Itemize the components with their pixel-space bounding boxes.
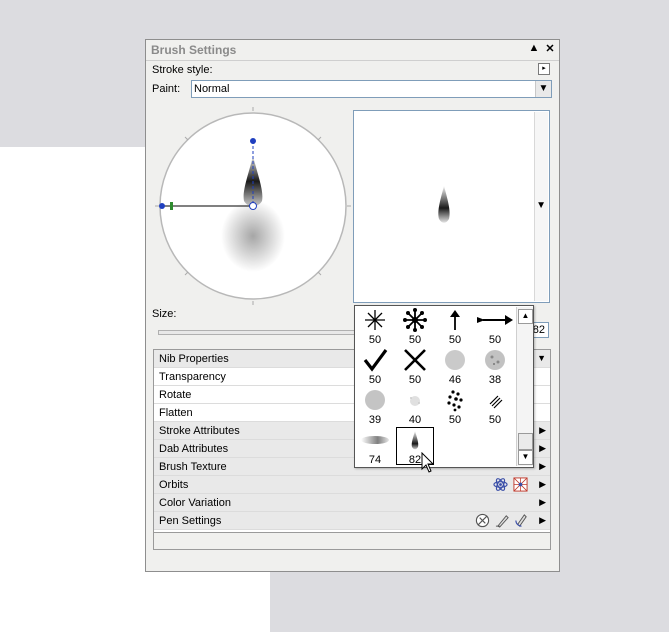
nib-cell[interactable]: 39: [355, 386, 395, 426]
chevron-right-icon[interactable]: ▶: [539, 479, 546, 490]
nib-cell[interactable]: 50: [435, 386, 475, 426]
nib-cell[interactable]: 38: [475, 346, 515, 386]
checkmark-nib-icon: [363, 349, 388, 372]
prop-label: Pen Settings: [159, 515, 222, 527]
nib-cell[interactable]: 74: [355, 426, 395, 466]
preview-nib-shape: [438, 186, 450, 223]
pointed-nib-icon: [411, 431, 419, 450]
dot-cluster-nib-icon: [447, 390, 463, 412]
chevron-right-icon[interactable]: ▶: [539, 515, 546, 526]
prop-row-pen-settings[interactable]: Pen Settings ▶: [154, 512, 550, 530]
stroke-style-label: Stroke style:: [152, 64, 213, 76]
prop-label: Flatten: [159, 407, 193, 419]
nib-size-label: 50: [368, 334, 382, 346]
nib-cell[interactable]: 50: [395, 346, 435, 386]
nib-size-label: 40: [408, 414, 422, 426]
pen-tilt-icon[interactable]: [495, 513, 510, 528]
smudge-nib-icon: [361, 436, 389, 444]
prop-label: Rotate: [159, 389, 192, 401]
panel-title: Brush Settings: [151, 43, 237, 57]
title-bar: Brush Settings ▲ ✕: [146, 40, 559, 61]
nib-size-label: 50: [408, 334, 422, 346]
preview-scrollbar[interactable]: ▼: [534, 112, 548, 301]
nib-size-label: 74: [368, 454, 382, 466]
size-slider[interactable]: [158, 330, 360, 335]
arrow-up-nib-icon: [450, 310, 460, 330]
orbit-grid-icon[interactable]: [513, 477, 528, 492]
nib-size-label: 39: [368, 414, 382, 426]
popup-scrollbar[interactable]: ▲ ▼: [516, 307, 533, 466]
soft-round-nib-icon: [445, 350, 465, 370]
nib-cell[interactable]: 50: [355, 306, 395, 346]
scrollbar-thumb[interactable]: [518, 433, 533, 450]
nib-preview: ▼: [353, 110, 550, 303]
chevron-down-icon[interactable]: ▼: [536, 200, 546, 211]
status-area: [153, 532, 551, 550]
texture-round-nib-icon: [365, 390, 385, 410]
arrow-right-nib-icon: [477, 315, 513, 325]
nib-size-label: 50: [488, 334, 502, 346]
prop-label: Nib Properties: [159, 353, 229, 365]
size-label: Size:: [152, 308, 177, 320]
nib-cell[interactable]: 50: [435, 306, 475, 346]
pressure-icon[interactable]: [475, 513, 490, 528]
nib-angle-dial[interactable]: [154, 106, 354, 306]
paint-select-value: Normal: [194, 83, 230, 95]
prop-row-orbits[interactable]: Orbits ▶: [154, 476, 550, 494]
prop-label: Orbits: [159, 479, 189, 491]
nib-cell[interactable]: 50: [475, 386, 515, 426]
nib-size-label: 50: [368, 374, 382, 386]
paint-select[interactable]: Normal ▼: [191, 80, 552, 98]
dial-center-handle[interactable]: [249, 202, 257, 210]
nib-size-label: 38: [488, 374, 502, 386]
nib-size-label: 46: [448, 374, 462, 386]
chevron-right-icon[interactable]: ▶: [539, 497, 546, 508]
chevron-down-icon[interactable]: ▼: [537, 353, 546, 363]
dial-shadow: [221, 200, 285, 272]
nib-cell[interactable]: 50: [355, 346, 395, 386]
close-icon[interactable]: ✕: [543, 42, 557, 55]
prop-label: Dab Attributes: [159, 443, 229, 455]
nib-cell[interactable]: 50: [475, 306, 515, 346]
x-nib-icon: [404, 349, 426, 371]
chevron-right-icon[interactable]: ▶: [539, 425, 546, 436]
nib-cell[interactable]: 46: [435, 346, 475, 386]
chevron-up-icon[interactable]: ▲: [518, 309, 533, 324]
orbit-atom-icon[interactable]: [493, 477, 508, 492]
nib-cell[interactable]: 40: [395, 386, 435, 426]
triangle-up-icon[interactable]: ▲: [527, 42, 541, 54]
mouse-pointer-icon: [421, 452, 435, 473]
dial-angle-handle[interactable]: [159, 203, 165, 209]
dial-height-handle[interactable]: [250, 138, 256, 144]
chevron-down-icon[interactable]: ▼: [518, 450, 533, 465]
chevron-right-icon[interactable]: ▶: [539, 461, 546, 472]
prop-label: Color Variation: [159, 497, 231, 509]
nib-picker-popup: 50 50 50 50 50 50 46 38 39 40 50 50 74 8…: [354, 305, 534, 468]
faint-dots-nib-icon: [410, 396, 420, 406]
chevron-right-icon[interactable]: ▶: [539, 443, 546, 454]
star-burst-nib-icon: [365, 310, 385, 330]
nib-size-label: 50: [448, 334, 462, 346]
snowflake-nib-icon: [403, 308, 427, 332]
prop-label: Transparency: [159, 371, 226, 383]
paint-label: Paint:: [152, 83, 181, 95]
chevron-down-icon[interactable]: ▼: [535, 81, 551, 97]
nib-cell[interactable]: 50: [395, 306, 435, 346]
prop-row-color-variation[interactable]: Color Variation ▶: [154, 494, 550, 512]
speckle-round-nib-icon: [485, 350, 505, 370]
prop-label: Brush Texture: [159, 461, 227, 473]
prop-label: Stroke Attributes: [159, 425, 240, 437]
pen-rotation-icon[interactable]: [514, 513, 529, 528]
slash-lines-nib-icon: [489, 395, 503, 409]
flyout-menu-icon[interactable]: ▸: [538, 63, 550, 75]
nib-size-label: 50: [488, 414, 502, 426]
dial-marker[interactable]: [170, 202, 173, 210]
nib-size-label: 50: [408, 374, 422, 386]
nib-size-label: 50: [448, 414, 462, 426]
